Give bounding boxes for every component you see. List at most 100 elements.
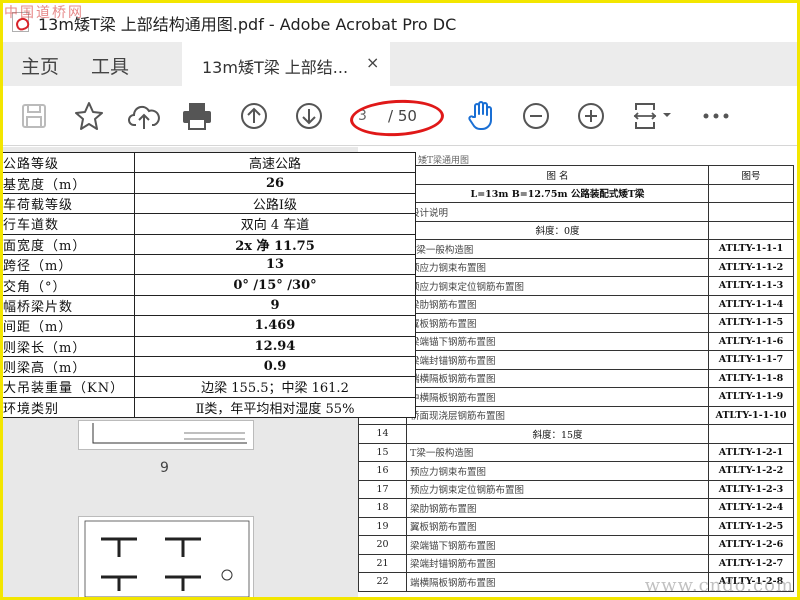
spec-row: 则梁长（m） 12.94 [0, 335, 416, 357]
menu-tools[interactable]: 工具 [91, 52, 129, 79]
upload-icon[interactable] [127, 99, 161, 133]
drawing-name: 预应力钢束定位钢筋布置图 [406, 276, 709, 296]
spec-label: 则梁高（m） [0, 355, 135, 378]
drawing-code: ATLTY-1-1-1 [708, 239, 794, 259]
spec-row: 则梁高（m） 0.9 [0, 355, 416, 378]
drawing-code: ATLTY-1-1-3 [708, 276, 794, 296]
arrow-down-icon[interactable] [292, 99, 326, 133]
drawing-code [708, 424, 794, 444]
row-number: 21 [358, 553, 407, 573]
drawing-name: 梁端封锚钢筋布置图 [406, 350, 709, 370]
drawing-name: 梁端锚下钢筋布置图 [406, 331, 709, 351]
page-fit-icon[interactable] [630, 99, 676, 133]
column-header-name: 图 名 [406, 165, 709, 185]
spec-label: 公路等级 [0, 151, 135, 174]
spec-row: 幅桥梁片数 9 [0, 294, 416, 317]
spec-row: 面宽度（m） 2x 净 11.75 [0, 233, 416, 255]
page-thumbnail[interactable] [78, 420, 254, 450]
tab-bar: 主页 工具 13m矮T梁 上部结... × [0, 42, 800, 86]
drawing-code [708, 220, 794, 240]
drawing-code: ATLTY-1-1-5 [708, 313, 794, 333]
table-row: 梁端封锚钢筋布置图 ATLTY-1-1-7 [358, 350, 794, 370]
table-row: 18 梁肋钢筋布置图 ATLTY-1-2-4 [358, 498, 794, 518]
table-row: 21 梁端封锚钢筋布置图 ATLTY-1-2-7 [358, 553, 794, 573]
hand-icon[interactable] [464, 99, 498, 133]
spec-row: 间距（m） 1.469 [0, 315, 416, 337]
drawing-name: 梁肋钢筋布置图 [406, 498, 709, 518]
drawing-name: 翼板钢筋布置图 [406, 313, 709, 333]
drawing-code: ATLTY-1-1-7 [708, 350, 794, 370]
section-heading: 斜度：15度 [406, 424, 709, 444]
spec-value: 2x 净 11.75 [134, 233, 416, 255]
zoom-in-icon[interactable] [574, 99, 608, 133]
drawing-name: T梁一般构造图 [406, 442, 709, 462]
table-header-row: 图 名 图号 [358, 165, 794, 185]
table-row: 翼板钢筋布置图 ATLTY-1-1-5 [358, 313, 794, 333]
drawing-code: ATLTY-1-2-2 [708, 461, 794, 481]
zoom-out-icon[interactable] [519, 99, 553, 133]
drawing-name: 梁肋钢筋布置图 [406, 294, 709, 314]
menu-home[interactable]: 主页 [21, 52, 59, 79]
spec-value: 1.469 [134, 315, 416, 337]
spec-value: 13 [134, 253, 416, 276]
table-row: 16 预应力钢束布置图 ATLTY-1-2-2 [358, 461, 794, 481]
table-row: 20 梁端锚下钢筋布置图 ATLTY-1-2-6 [358, 535, 794, 555]
table-row: 桥面现浇层钢筋布置图 ATLTY-1-1-10 [358, 405, 794, 425]
spec-value: 高速公路 [134, 151, 416, 174]
row-number: 22 [358, 572, 407, 592]
drawing-name: 梁端锚下钢筋布置图 [406, 535, 709, 555]
row-number: 20 [358, 535, 407, 555]
table-row: 预应力钢束布置图 ATLTY-1-1-2 [358, 257, 794, 277]
arrow-up-icon[interactable] [237, 99, 271, 133]
spec-value: 9 [134, 294, 416, 317]
star-icon[interactable] [72, 99, 106, 133]
table-row: T梁一般构造图 ATLTY-1-1-1 [358, 239, 794, 259]
drawing-code [708, 202, 794, 222]
print-icon[interactable] [180, 99, 214, 133]
drawing-code: ATLTY-1-1-8 [708, 368, 794, 388]
drawing-code: ATLTY-1-2-5 [708, 516, 794, 536]
drawing-name: 端横隔板钢筋布置图 [406, 368, 709, 388]
spec-label: 车荷载等级 [0, 192, 135, 215]
spec-label: 大吊装重量（KN） [0, 376, 135, 398]
table-row: 斜度：0度 [358, 220, 794, 240]
window-title: 13m矮T梁 上部结构通用图.pdf - Adobe Acrobat Pro D… [38, 15, 457, 34]
table-subtitle: L=13m B=12.75m 公路装配式矮T梁 [406, 183, 709, 203]
row-number: 18 [358, 498, 407, 518]
spec-value: 0° /15° /30° [134, 274, 416, 296]
more-icon[interactable] [699, 99, 733, 133]
row-number: 15 [358, 442, 407, 462]
drawing-code: ATLTY-1-2-6 [708, 535, 794, 555]
drawing-code: ATLTY-1-2-4 [708, 498, 794, 518]
table-row: 预应力钢束定位钢筋布置图 ATLTY-1-1-3 [358, 276, 794, 296]
drawing-name: T梁一般构造图 [406, 239, 709, 259]
section-heading: 斜度：0度 [406, 220, 709, 240]
title-bar: 中国道桥网 13m矮T梁 上部结构通用图.pdf - Adobe Acrobat… [0, 0, 800, 42]
table-row: 梁肋钢筋布置图 ATLTY-1-1-4 [358, 294, 794, 314]
row-number: 17 [358, 479, 407, 499]
spec-label: 间距（m） [0, 315, 135, 337]
table-row: 梁端锚下钢筋布置图 ATLTY-1-1-6 [358, 331, 794, 351]
page-thumbnail[interactable] [78, 516, 254, 600]
spec-label: 跨径（m） [0, 253, 135, 276]
table-subtitle-row: L=13m B=12.75m 公路装配式矮T梁 [358, 183, 794, 203]
drawing-name: 翼板钢筋布置图 [406, 516, 709, 536]
drawing-name: 桥面现浇层钢筋布置图 [406, 405, 709, 425]
spec-row: 车荷载等级 公路Ⅰ级 [0, 192, 416, 215]
drawing-name: 预应力钢束布置图 [406, 257, 709, 277]
drawing-name: 预应力钢束定位钢筋布置图 [406, 479, 709, 499]
spec-label: 则梁长（m） [0, 335, 135, 357]
document-tab-label: 13m矮T梁 上部结... [202, 58, 349, 77]
table-row: 中横隔板钢筋布置图 ATLTY-1-1-9 [358, 387, 794, 407]
drawing-code: ATLTY-1-1-9 [708, 387, 794, 407]
close-tab-icon[interactable]: × [366, 53, 379, 72]
drawing-index-page: 矮T梁通用图 图 名 图号 L=13m B=12.75m 公路装配式矮T梁 设计… [358, 147, 800, 600]
spec-row: 交角（°） 0° /15° /30° [0, 274, 416, 296]
drawing-name: 设计说明 [406, 202, 709, 222]
row-number: 14 [358, 424, 407, 444]
table-row: 15 T梁一般构造图 ATLTY-1-2-1 [358, 442, 794, 462]
save-icon[interactable] [17, 99, 51, 133]
drawing-name: 梁端封锚钢筋布置图 [406, 553, 709, 573]
spec-value: 26 [134, 172, 416, 194]
document-tab[interactable]: 13m矮T梁 上部结... × [182, 42, 390, 86]
